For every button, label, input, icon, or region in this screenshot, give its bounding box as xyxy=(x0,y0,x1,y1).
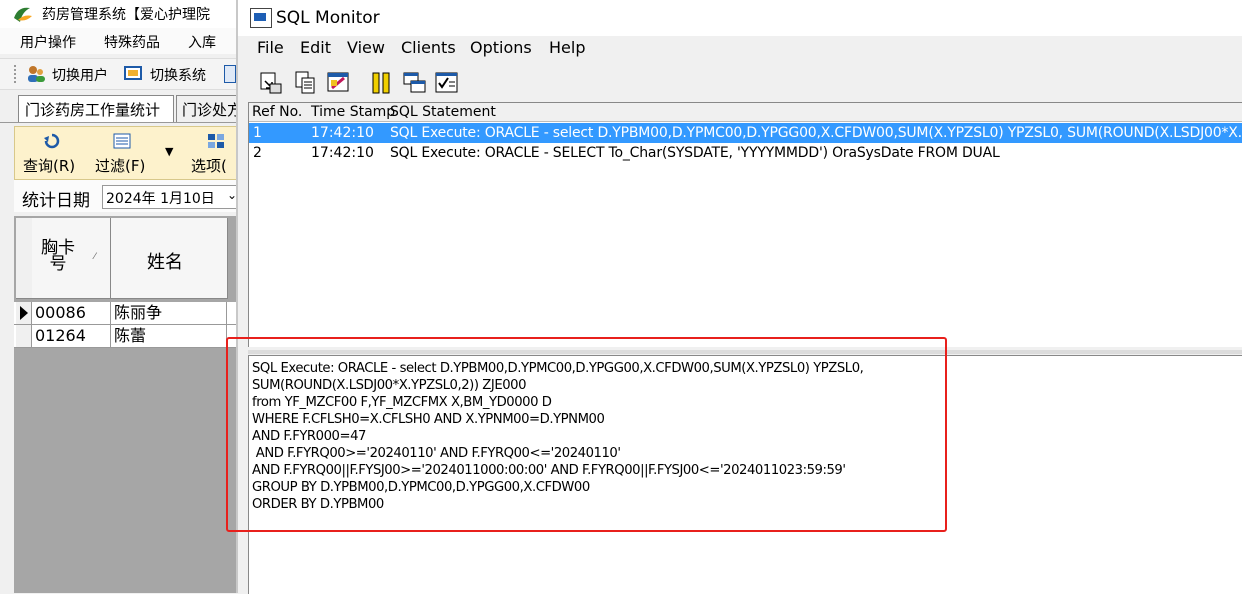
sql-statement: SQL Execute: ORACLE - SELECT To_Char(SYS… xyxy=(390,145,1000,161)
pharmacy-window-titlebar: 药房管理系统【爱心护理院 xyxy=(0,0,236,29)
menu-options[interactable]: Options xyxy=(470,38,532,57)
table-row[interactable]: 01264 陈蕾 xyxy=(14,325,236,348)
current-row-arrow-icon xyxy=(20,306,28,320)
time-stamp: 17:42:10 xyxy=(311,145,374,161)
switch-system-button[interactable]: 切换系统 xyxy=(150,65,206,85)
list-item[interactable]: 1 17:42:10 SQL Execute: ORACLE - select … xyxy=(249,123,1242,143)
grid-row-header-corner xyxy=(16,218,33,299)
refresh-icon xyxy=(44,133,60,149)
annotation-highlight-box xyxy=(226,337,947,532)
column-sql-statement[interactable]: SQL Statement xyxy=(390,104,496,120)
grid-header-badge[interactable]: 胸卡号 ⁄ xyxy=(32,218,111,299)
menu-edit[interactable]: Edit xyxy=(300,38,331,57)
name-cell: 陈蕾 xyxy=(111,325,227,347)
tab-workload-stats[interactable]: 门诊药房工作量统计 xyxy=(18,95,174,122)
pharmacy-toolbar: 切换用户 切换系统 xyxy=(0,58,236,90)
toolbar-grip xyxy=(14,65,19,83)
sql-monitor-toolbar xyxy=(238,64,1242,102)
ref-no: 2 xyxy=(253,145,262,161)
query-bar: 查询(R) 过滤(F) ▼ 选项( xyxy=(14,126,238,180)
switch-user-icon xyxy=(28,66,45,82)
menu-view[interactable]: View xyxy=(347,38,385,57)
row-indicator xyxy=(16,325,32,347)
more-toolbar-icon xyxy=(224,65,236,83)
sql-monitor-titlebar[interactable]: SQL Monitor xyxy=(238,0,1242,36)
sql-monitor-title: SQL Monitor xyxy=(276,8,380,28)
column-header-label: 姓名 xyxy=(147,252,183,273)
badge-cell: 01264 xyxy=(32,325,111,347)
sql-monitor-menubar: File Edit View Clients Options Help xyxy=(238,36,1242,62)
stat-date-label: 统计日期 xyxy=(22,191,90,211)
pharmacy-menubar: 用户操作 特殊药品 入库 xyxy=(0,28,236,54)
query-button[interactable]: 查询(R) xyxy=(23,155,75,176)
ref-no: 1 xyxy=(253,125,262,141)
filter-dropdown-icon[interactable]: ▼ xyxy=(165,145,173,158)
time-stamp: 17:42:10 xyxy=(311,125,374,141)
sql-statement: SQL Execute: ORACLE - select D.YPBM00,D.… xyxy=(390,125,1242,141)
tab-label: 门诊处方 xyxy=(182,101,238,119)
pause-icon[interactable] xyxy=(368,70,394,96)
column-time-stamp[interactable]: Time Stamp xyxy=(311,104,395,120)
checklist-icon[interactable] xyxy=(434,70,460,96)
table-row[interactable]: 00086 陈丽争 xyxy=(14,302,236,325)
column-ref-no[interactable]: Ref No. xyxy=(252,104,302,120)
list-item[interactable]: 2 17:42:10 SQL Execute: ORACLE - SELECT … xyxy=(249,143,1242,163)
menu-clients[interactable]: Clients xyxy=(401,38,456,57)
menu-help[interactable]: Help xyxy=(549,38,585,57)
windows-icon[interactable] xyxy=(402,70,428,96)
sort-icon: ⁄ xyxy=(94,252,96,262)
options-button[interactable]: 选项( xyxy=(191,155,227,176)
menu-file[interactable]: File xyxy=(257,38,284,57)
grid-header-name[interactable]: 姓名 xyxy=(111,218,228,299)
app-logo-icon xyxy=(14,7,32,22)
badge-cell: 00086 xyxy=(32,302,111,324)
row-indicator xyxy=(16,302,32,324)
menu-user-ops[interactable]: 用户操作 xyxy=(20,32,76,52)
options-icon xyxy=(208,134,224,148)
switch-user-button[interactable]: 切换用户 xyxy=(52,65,108,85)
filter-icon xyxy=(113,133,131,149)
name-cell: 陈丽争 xyxy=(111,302,227,324)
pharmacy-tabs: 门诊药房工作量统计 门诊处方 xyxy=(0,92,238,123)
switch-system-icon xyxy=(124,66,142,80)
date-row: 统计日期 2024年 1月10日 ⌄ xyxy=(14,180,238,212)
staff-grid: 胸卡号 ⁄ 姓名 00086 陈丽争 01264 陈蕾 xyxy=(14,216,236,593)
edit-icon[interactable] xyxy=(326,70,352,96)
menu-stock-in[interactable]: 入库 xyxy=(188,32,216,52)
sql-monitor-app-icon xyxy=(250,8,272,28)
sql-statement-list: Ref No. Time Stamp SQL Statement 1 17:42… xyxy=(248,102,1242,347)
tab-prescriptions[interactable]: 门诊处方 xyxy=(176,95,238,122)
menu-special-drugs[interactable]: 特殊药品 xyxy=(104,32,160,52)
stat-date-picker[interactable]: 2024年 1月10日 ⌄ xyxy=(102,185,238,209)
stat-date-value: 2024年 1月10日 xyxy=(106,191,215,207)
column-header-label: 胸卡号 xyxy=(41,238,75,274)
tab-label: 门诊药房工作量统计 xyxy=(25,101,161,119)
copy-icon[interactable] xyxy=(292,70,318,96)
pharmacy-window-title: 药房管理系统【爱心护理院 xyxy=(42,7,210,23)
list-header: Ref No. Time Stamp SQL Statement xyxy=(249,103,1242,122)
filter-button[interactable]: 过滤(F) xyxy=(95,155,145,176)
save-icon[interactable] xyxy=(258,70,284,96)
